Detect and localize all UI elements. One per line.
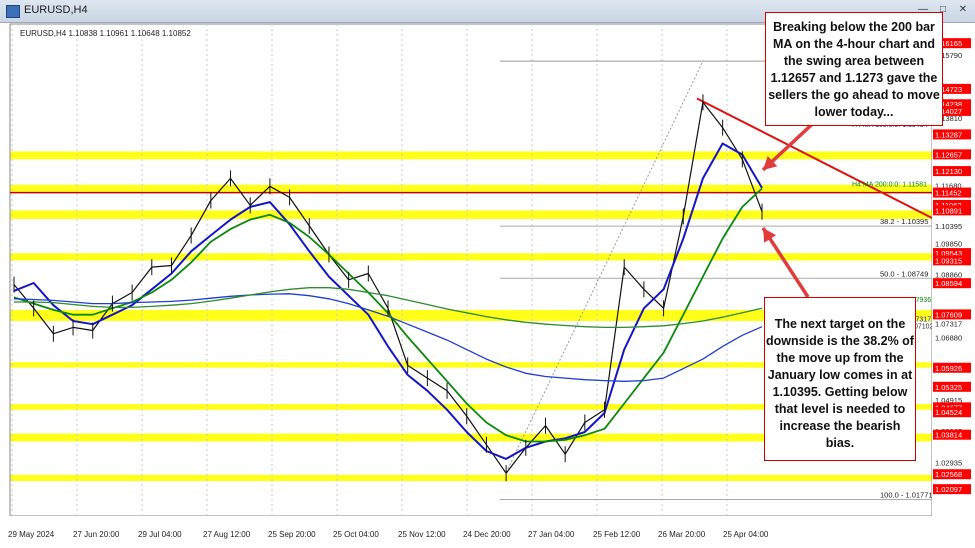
fib-label: 100.0 - 1.01771	[880, 490, 933, 499]
price-axis-label: 1.10395	[935, 222, 962, 231]
time-axis-label: 26 Mar 20:00	[658, 530, 706, 539]
annotation-top: Breaking below the 200 bar MA on the 4-h…	[765, 12, 943, 126]
time-axis-label: 25 Oct 04:00	[333, 530, 379, 539]
price-axis-label: 1.11452	[935, 189, 962, 198]
time-axis-label: 25 Nov 12:00	[398, 530, 446, 539]
time-axis-label: 27 Jan 04:00	[528, 530, 575, 539]
annotation-bottom: The next target on the downside is the 3…	[764, 297, 916, 461]
price-axis-label: 1.05926	[935, 364, 962, 373]
time-axis-label: 24 Dec 20:00	[463, 530, 511, 539]
price-axis-label: 1.02935	[935, 459, 962, 468]
price-axis-label: 1.10891	[935, 206, 962, 215]
fib-label: 38.2 - 1.10395	[880, 217, 928, 226]
price-axis-label: 1.09315	[935, 256, 962, 265]
time-axis-label: 25 Feb 12:00	[593, 530, 641, 539]
time-axis-label: 25 Apr 04:00	[723, 530, 769, 539]
price-axis-label: 1.13287	[935, 130, 962, 139]
highlight-zone	[10, 253, 932, 260]
highlight-zone	[10, 185, 932, 193]
time-axis-label: 27 Aug 12:00	[203, 530, 251, 539]
price-axis-label: 1.03814	[935, 431, 962, 440]
price-axis-label: 1.05325	[935, 383, 962, 392]
highlight-zone	[10, 210, 932, 219]
price-axis-label: 1.07317	[935, 320, 962, 329]
price-axis-label: 1.04524	[935, 408, 962, 417]
price-axis-label: 1.08594	[935, 279, 962, 288]
price-axis-label: 1.02568	[935, 470, 962, 479]
price-axis-label: 1.12657	[935, 150, 962, 159]
highlight-zone	[10, 151, 932, 159]
price-axis-label: 1.02097	[935, 485, 962, 494]
time-axis-label: 29 Jul 04:00	[138, 530, 182, 539]
price-axis-label: 1.12130	[935, 167, 962, 176]
time-axis-label: 25 Sep 20:00	[268, 530, 316, 539]
price-axis-label: 1.07609	[935, 310, 962, 319]
fib-label: 50.0 - 1.08749	[880, 269, 928, 278]
time-axis-label: 29 May 2024	[8, 530, 55, 539]
time-axis-label: 27 Jun 20:00	[73, 530, 120, 539]
chart-info: EURUSD,H4 1.10838 1.10961 1.10648 1.1085…	[20, 29, 191, 38]
indicator-label: H4 MA 200:0:0: 1.11581	[852, 181, 927, 188]
price-axis-label: 1.09850	[935, 239, 962, 248]
chart-window: EURUSD,H4 — □ ✕ 38.2 - 1.1039550.0 - 1.0…	[0, 0, 975, 548]
highlight-zone	[10, 475, 932, 481]
price-axis-label: 1.06880	[935, 334, 962, 343]
